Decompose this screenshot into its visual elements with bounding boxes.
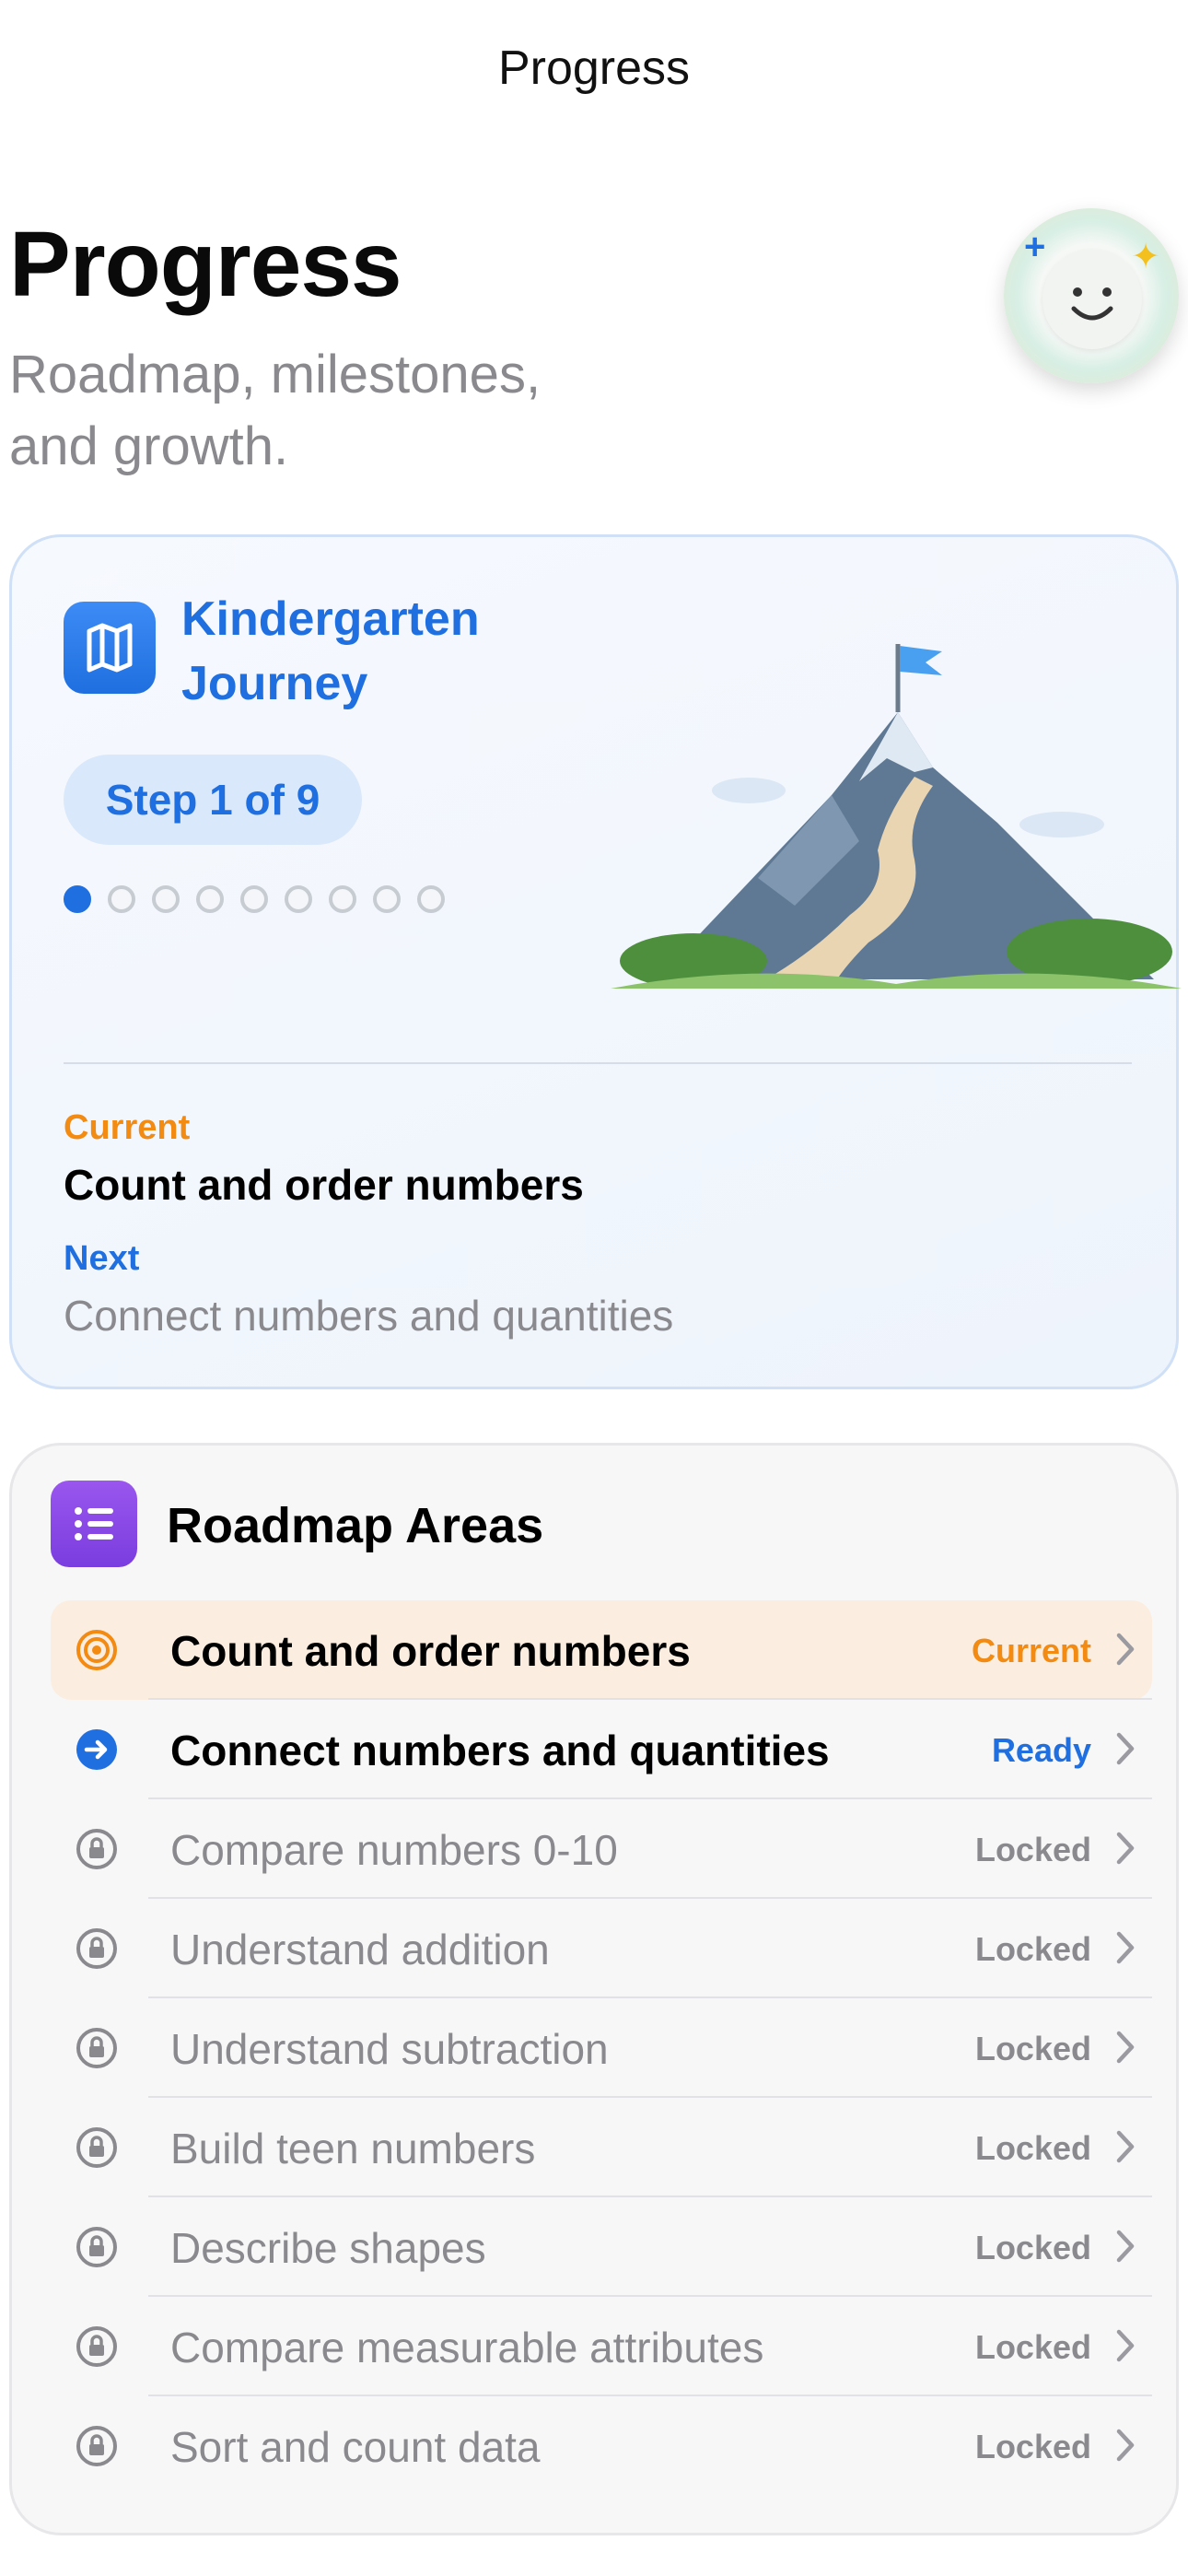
lock-icon	[75, 2424, 119, 2468]
roadmap-row-label: Compare numbers 0-10	[170, 1826, 618, 1874]
step-badge: Step 1 of 9	[64, 755, 362, 845]
chevron-right-icon	[1112, 1727, 1139, 1770]
journey-title: Kindergarten Journey	[181, 592, 480, 710]
target-icon	[75, 1628, 119, 1672]
roadmap-row[interactable]: Connect numbers and quantities Ready	[51, 1700, 1152, 1799]
step-dot-5	[240, 885, 268, 913]
roadmap-row-label: Sort and count data	[170, 2423, 541, 2471]
current-label: Current	[64, 1108, 191, 1147]
roadmap-row-label: Connect numbers and quantities	[170, 1727, 830, 1774]
roadmap-row-label: Build teen numbers	[170, 2125, 536, 2172]
mountain-illustration	[611, 644, 1182, 989]
step-dot-9	[417, 885, 445, 913]
roadmap-title: Roadmap Areas	[167, 1498, 544, 1553]
lock-icon	[75, 2225, 119, 2269]
status-badge: Locked	[974, 2328, 1091, 2366]
lock-icon	[75, 2026, 119, 2070]
status-badge: Locked	[974, 2129, 1091, 2167]
smiley-face-icon	[1042, 250, 1142, 349]
chevron-right-icon	[1112, 2026, 1139, 2068]
roadmap-row[interactable]: Describe shapes Locked	[51, 2197, 1152, 2297]
step-dot-4	[196, 885, 224, 913]
roadmap-row[interactable]: Build teen numbers Locked	[51, 2098, 1152, 2197]
current-value: Count and order numbers	[64, 1161, 584, 1209]
lock-icon	[75, 2125, 119, 2170]
journey-card[interactable]: Kindergarten Journey Step 1 of 9 Current…	[9, 534, 1182, 1389]
step-dot-3	[152, 885, 180, 913]
chevron-right-icon	[1112, 1628, 1139, 1670]
roadmap-row[interactable]: Understand subtraction Locked	[51, 1998, 1152, 2098]
status-badge: Ready	[991, 1731, 1091, 1769]
chevron-right-icon	[1112, 2424, 1139, 2466]
status-badge: Locked	[974, 2428, 1091, 2465]
arrow-right-circle-icon	[75, 1727, 119, 1772]
chevron-right-icon	[1112, 1827, 1139, 1869]
avatar-button[interactable]: + ✦	[1004, 208, 1179, 383]
chevron-right-icon	[1112, 2225, 1139, 2267]
chevron-right-icon	[1112, 1926, 1139, 1969]
status-badge: Locked	[974, 2229, 1091, 2266]
lock-icon	[75, 1827, 119, 1871]
next-value: Connect numbers and quantities	[64, 1292, 674, 1340]
status-badge: Locked	[974, 2030, 1091, 2067]
roadmap-row[interactable]: Count and order numbers Current	[51, 1600, 1152, 1700]
page-title: Progress	[9, 213, 402, 316]
list-icon	[51, 1481, 137, 1567]
roadmap-row[interactable]: Understand addition Locked	[51, 1899, 1152, 1998]
page-subtitle: Roadmap, milestones, and growth.	[9, 345, 542, 476]
roadmap-list: Count and order numbers Current Connect nu…	[51, 1600, 1152, 2496]
card-divider	[64, 1062, 1132, 1064]
step-dots	[64, 885, 445, 913]
roadmap-row-label: Understand subtraction	[170, 2025, 609, 2073]
roadmap-row[interactable]: Compare numbers 0-10 Locked	[51, 1799, 1152, 1899]
nav-title: Progress	[497, 41, 691, 95]
roadmap-row[interactable]: Compare measurable attributes Locked	[51, 2297, 1152, 2396]
roadmap-row-label: Describe shapes	[170, 2224, 486, 2272]
roadmap-row-label: Count and order numbers	[170, 1627, 691, 1675]
lock-icon	[75, 2324, 119, 2369]
roadmap-row-label: Compare measurable attributes	[170, 2324, 764, 2371]
step-dot-1	[64, 885, 91, 913]
roadmap-card: Roadmap Areas Count and order numbers Cur…	[9, 1443, 1179, 2535]
step-dot-2	[108, 885, 135, 913]
roadmap-row[interactable]: Sort and count data Locked	[51, 2396, 1152, 2496]
status-badge: Locked	[974, 1831, 1091, 1868]
status-badge: Current	[971, 1632, 1091, 1669]
chevron-right-icon	[1112, 2324, 1139, 2367]
step-dot-8	[373, 885, 401, 913]
step-dot-6	[285, 885, 312, 913]
status-badge: Locked	[974, 1930, 1091, 1968]
chevron-right-icon	[1112, 2125, 1139, 2168]
roadmap-row-label: Understand addition	[170, 1926, 550, 1973]
step-dot-7	[329, 885, 356, 913]
map-icon	[64, 602, 156, 694]
lock-icon	[75, 1926, 119, 1971]
next-label: Next	[64, 1239, 140, 1278]
